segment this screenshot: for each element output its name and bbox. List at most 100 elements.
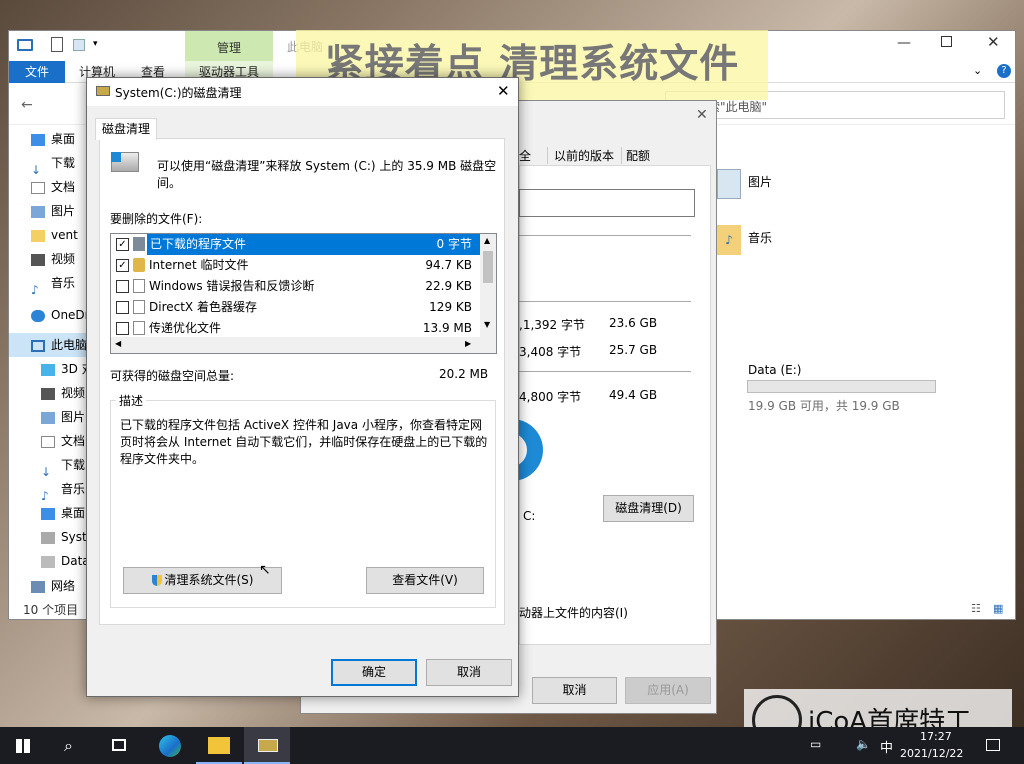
- file-type-name: 已下载的程序文件: [147, 234, 480, 255]
- nav-item-3d-objects[interactable]: 3D 对象: [41, 357, 87, 381]
- folder-item-music[interactable]: ♪ 音乐: [717, 221, 837, 261]
- nav-item-this-pc[interactable]: 此电脑: [9, 333, 87, 357]
- files-to-delete-label: 要删除的文件(F):: [110, 212, 203, 226]
- volume-icon[interactable]: 🔈: [856, 737, 871, 751]
- properties-icon[interactable]: [51, 37, 63, 52]
- scroll-left-icon[interactable]: ◀: [115, 339, 121, 348]
- ribbon-expand-icon[interactable]: ⌄: [973, 64, 982, 77]
- large-icons-view-icon[interactable]: ▦: [993, 602, 1003, 615]
- nav-item-desktop-2[interactable]: 桌面: [41, 501, 87, 525]
- taskbar: ⌕ ▭ 🔈 中 17:27 2021/12/22: [0, 727, 1024, 764]
- folder-item-pictures[interactable]: 图片: [717, 165, 837, 205]
- index-checkbox-label[interactable]: 动器上文件的内容(I): [519, 604, 628, 621]
- mouse-cursor-icon: ↖: [259, 562, 271, 578]
- navigation-pane: 桌面 ↓下载 文档 图片 vent 视频 ♪音乐 OneDrive 此电脑 3D…: [9, 127, 89, 595]
- disk-cleanup-dialog: System(C:)的磁盘清理 ✕ 磁盘清理 可以使用“磁盘清理”来释放 Sys…: [86, 77, 519, 697]
- nav-item-desktop[interactable]: 桌面: [31, 127, 89, 151]
- scroll-up-icon[interactable]: ▲: [484, 236, 490, 245]
- file-type-size: 94.7 KB: [425, 258, 472, 272]
- scroll-right-icon[interactable]: ▶: [465, 339, 471, 348]
- dialog-close-icon[interactable]: ✕: [497, 82, 510, 100]
- clock-date[interactable]: 2021/12/22: [900, 747, 963, 760]
- nav-item-downloads-2[interactable]: ↓ 下载: [41, 453, 87, 477]
- checkbox[interactable]: ✓: [116, 238, 129, 251]
- disk-cleanup-button[interactable]: 磁盘清理(D): [603, 495, 694, 522]
- dialog-titlebar: System(C:)的磁盘清理 ✕: [87, 78, 518, 106]
- vertical-scrollbar[interactable]: ▲ ▼: [480, 234, 496, 337]
- nav-item-onedrive[interactable]: OneDrive: [31, 303, 89, 327]
- tab-security[interactable]: 全: [519, 147, 531, 164]
- edge-taskbar-button[interactable]: [146, 727, 192, 764]
- list-item[interactable]: ✓ Internet 临时文件 94.7 KB: [111, 255, 480, 276]
- volume-label-input[interactable]: [519, 189, 695, 217]
- drive-item-e[interactable]: Data (E:) 19.9 GB 可用，共 19.9 GB: [717, 361, 947, 413]
- dialog-title: System(C:)的磁盘清理: [115, 86, 242, 100]
- list-item[interactable]: Windows 错误报告和反馈诊断 22.9 KB: [111, 276, 480, 297]
- nav-item-documents[interactable]: 文档: [31, 175, 89, 199]
- checkbox[interactable]: [116, 280, 129, 293]
- list-item[interactable]: 传递优化文件 13.9 MB: [111, 318, 480, 339]
- drive-name: Data (E:): [748, 363, 802, 377]
- nav-item-pictures[interactable]: 图片: [31, 199, 89, 223]
- horizontal-scrollbar[interactable]: ◀ ▶: [111, 337, 496, 353]
- nav-item-vent[interactable]: vent: [31, 223, 89, 247]
- help-icon[interactable]: ?: [997, 64, 1011, 78]
- task-view-button[interactable]: [96, 727, 142, 764]
- view-files-button[interactable]: 查看文件(V): [366, 567, 484, 594]
- disk-cleanup-app-icon: [258, 739, 278, 752]
- ribbon-context-label: 管理: [217, 41, 242, 55]
- file-type-name: DirectX 着色器缓存: [149, 300, 257, 314]
- minimize-button[interactable]: —: [897, 35, 911, 51]
- edge-icon: [159, 735, 181, 757]
- qat-dropdown-icon[interactable]: ▾: [93, 39, 98, 49]
- file-type-name: Windows 错误报告和反馈诊断: [149, 279, 315, 293]
- maximize-button[interactable]: [941, 36, 952, 47]
- ime-indicator[interactable]: 中: [880, 737, 893, 756]
- file-type-size: 22.9 KB: [425, 279, 472, 293]
- free-space-size: 25.7 GB: [609, 343, 658, 357]
- tab-file[interactable]: 文件: [9, 61, 65, 83]
- nav-item-music[interactable]: ♪ 音乐: [31, 271, 89, 295]
- search-taskbar-button[interactable]: ⌕: [48, 727, 94, 764]
- drive-usage-bar: [747, 380, 936, 393]
- nav-item-music-2[interactable]: ♪ 音乐: [41, 477, 87, 501]
- clock-time[interactable]: 17:27: [920, 730, 952, 743]
- cancel-button[interactable]: 取消: [426, 659, 512, 686]
- details-view-icon[interactable]: ☷: [971, 602, 981, 615]
- notification-icon[interactable]: [986, 739, 1000, 751]
- ok-button[interactable]: 确定: [331, 659, 417, 686]
- list-item[interactable]: DirectX 着色器缓存 129 KB: [111, 297, 480, 318]
- checkbox[interactable]: [116, 322, 129, 335]
- nav-item-network[interactable]: 网络: [31, 577, 89, 595]
- start-button[interactable]: [0, 727, 46, 764]
- tab-quota[interactable]: 配额: [621, 147, 650, 164]
- new-folder-icon[interactable]: [73, 39, 85, 51]
- back-icon[interactable]: ←: [21, 97, 33, 113]
- description-label: 描述: [116, 392, 147, 409]
- properties-close-icon[interactable]: ✕: [696, 107, 708, 123]
- nav-item-pictures-2[interactable]: 图片: [41, 405, 87, 429]
- nav-item-videos-2[interactable]: 视频: [41, 381, 87, 405]
- clean-system-files-label: 清理系统文件(S): [164, 573, 254, 587]
- properties-cancel-button[interactable]: 取消: [532, 677, 617, 704]
- checkbox[interactable]: ✓: [116, 259, 129, 272]
- disk-cleanup-taskbar-button[interactable]: [244, 727, 290, 764]
- search-icon: ⌕: [64, 736, 73, 755]
- nav-item-documents-2[interactable]: 文档: [41, 429, 87, 453]
- scroll-down-icon[interactable]: ▼: [484, 320, 490, 329]
- nav-item-videos[interactable]: 视频: [31, 247, 89, 271]
- nav-item-data-drive[interactable]: Data: [41, 549, 87, 573]
- folder-label-music: 音乐: [748, 231, 773, 245]
- scroll-thumb[interactable]: [483, 251, 493, 283]
- network-icon[interactable]: ▭: [810, 737, 821, 751]
- nav-item-downloads[interactable]: ↓ 下载: [31, 151, 89, 175]
- list-item[interactable]: ✓ 已下载的程序文件 0 字节: [111, 234, 480, 255]
- uac-shield-icon: [151, 575, 162, 586]
- tab-disk-cleanup[interactable]: 磁盘清理: [95, 118, 157, 140]
- tab-previous-versions[interactable]: 以前的版本: [547, 147, 614, 164]
- file-explorer-taskbar-button[interactable]: [196, 727, 242, 764]
- nav-item-system-drive[interactable]: System: [41, 525, 87, 549]
- checkbox[interactable]: [116, 301, 129, 314]
- close-button[interactable]: ✕: [987, 33, 1000, 51]
- properties-apply-button[interactable]: 应用(A): [625, 677, 711, 704]
